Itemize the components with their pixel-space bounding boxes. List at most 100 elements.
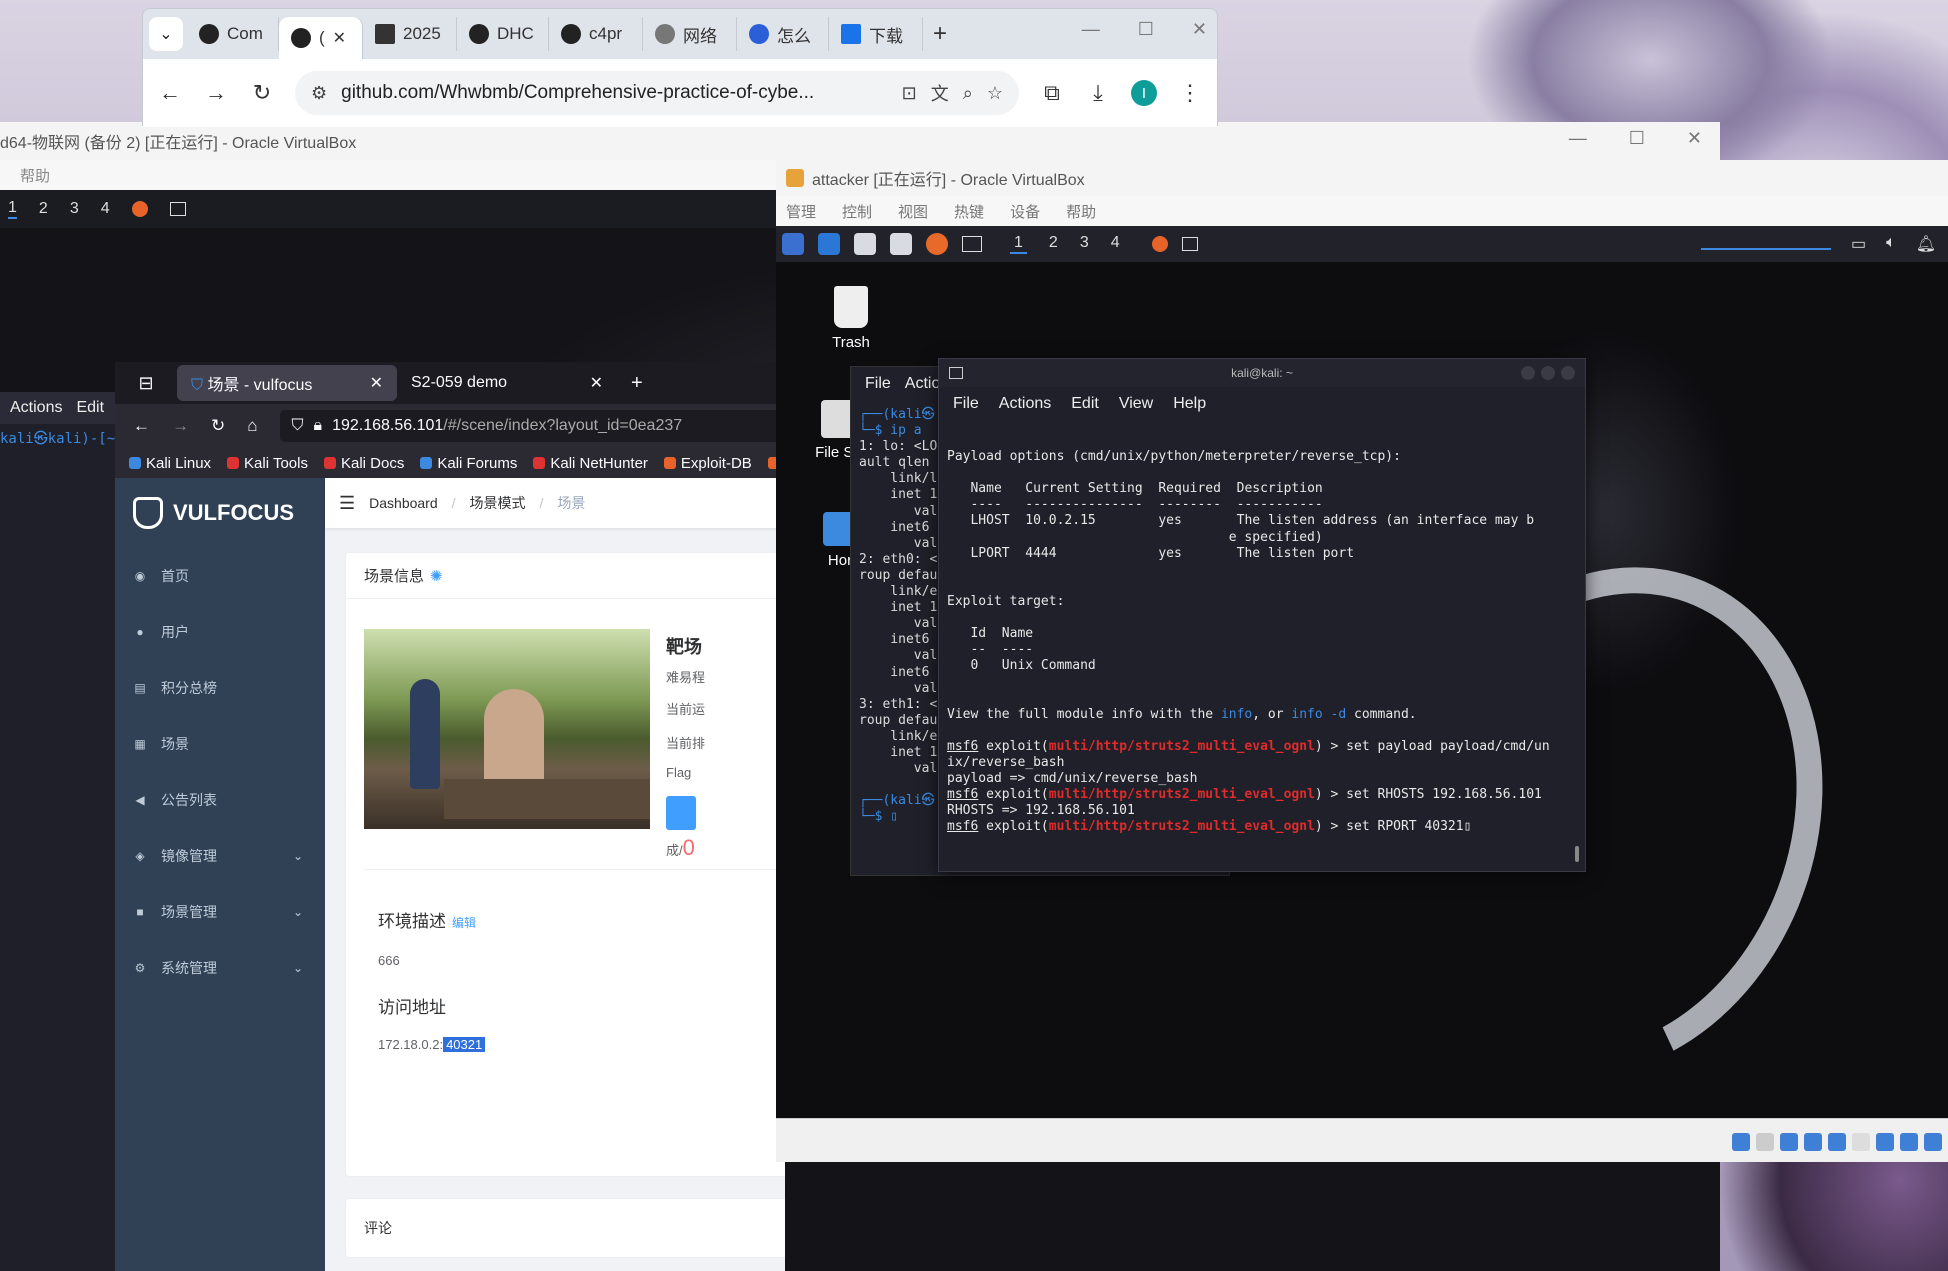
bookmark-kali-nethunter[interactable]: Kali NetHunter	[533, 455, 648, 472]
minimize-icon[interactable]	[1521, 366, 1535, 380]
desktop-icon-trash[interactable]: Trash	[816, 286, 886, 351]
extensions-icon[interactable]: ⧉	[1039, 80, 1065, 106]
maximize-icon[interactable]: ☐	[1629, 128, 1645, 149]
recording-status-icon[interactable]	[1900, 1133, 1918, 1151]
bookmark-kali-tools[interactable]: Kali Tools	[227, 455, 308, 472]
terminal-output[interactable]: Payload options (cmd/unix/python/meterpr…	[939, 421, 1585, 847]
audio-status-icon[interactable]	[1780, 1133, 1798, 1151]
close-tab-icon[interactable]: ✕	[333, 28, 346, 48]
close-icon[interactable]: ✕	[1192, 19, 1207, 40]
sidebar-item-home[interactable]: ◉ 首页	[115, 548, 325, 604]
terminal-titlebar[interactable]: kali@kali: ~	[939, 359, 1585, 387]
chrome-tab-4[interactable]: DHC	[457, 17, 549, 51]
chrome-tab-6[interactable]: 网络	[643, 17, 737, 51]
left-terminal-window[interactable]: Actions Edit kali㉿kali)-[~	[0, 392, 118, 1271]
vb2-menu-hotkeys[interactable]: 热键	[954, 201, 984, 222]
close-tab-icon[interactable]: ✕	[370, 373, 383, 393]
access-address-value[interactable]: 172.18.0.2: 40321	[378, 1037, 486, 1052]
back-icon[interactable]: ←	[133, 416, 150, 436]
show-desktop-icon[interactable]	[818, 233, 840, 255]
reload-icon[interactable]: ↻	[211, 416, 225, 436]
firefox-taskbar-icon[interactable]	[131, 201, 148, 217]
vb2-menu-control[interactable]: 控制	[842, 201, 872, 222]
terminal-scrollbar[interactable]	[1575, 846, 1579, 862]
chrome-tab-7[interactable]: 怎么	[737, 17, 829, 51]
tab-vulfocus[interactable]: ⛉ 场景 - vulfocus ✕	[177, 365, 397, 401]
new-tab-icon[interactable]: +	[631, 372, 643, 395]
workspace-2[interactable]: 2	[1049, 234, 1058, 254]
close-tab-icon[interactable]: ✕	[590, 373, 603, 393]
network-status-icon[interactable]	[1804, 1133, 1822, 1151]
sidebar-item-scene-manage[interactable]: ■ 场景管理 ⌄	[115, 884, 325, 940]
chrome-address-bar[interactable]: ⚙ github.com/Whwbmb/Comprehensive-practi…	[295, 71, 1019, 115]
tab-list-icon[interactable]: ⊟	[115, 373, 177, 394]
sidebar-item-announcements[interactable]: ◀ 公告列表	[115, 772, 325, 828]
home-icon[interactable]: ⌂	[247, 416, 257, 436]
profile-avatar[interactable]: I	[1131, 80, 1157, 106]
display-icon[interactable]: ▭	[1851, 234, 1866, 254]
bookmark-star-icon[interactable]: ☆	[987, 83, 1003, 104]
maximize-icon[interactable]	[1541, 366, 1555, 380]
site-settings-icon[interactable]: ⚙	[311, 83, 327, 104]
firefox-url-input[interactable]: ⛉ 🔒︎ 192.168.56.101/#/scene/index?layout…	[279, 410, 785, 442]
workspace-4[interactable]: 4	[101, 200, 110, 218]
vb2-menu-view[interactable]: 视图	[898, 201, 928, 222]
bookmark-kali-forums[interactable]: Kali Forums	[420, 455, 517, 472]
terminal-icon[interactable]	[962, 236, 982, 252]
optical-status-icon[interactable]	[1756, 1133, 1774, 1151]
vb2-menu-devices[interactable]: 设备	[1010, 201, 1040, 222]
close-icon[interactable]: ✕	[1687, 128, 1702, 149]
workspace-3[interactable]: 3	[70, 200, 79, 218]
maximize-icon[interactable]: ☐	[1138, 19, 1154, 40]
menu-edit[interactable]: Edit	[76, 399, 104, 417]
bookmark-kali-linux[interactable]: Kali Linux	[129, 455, 211, 472]
minimize-icon[interactable]: —	[1082, 19, 1100, 40]
breadcrumb-dashboard[interactable]: Dashboard	[369, 495, 438, 511]
workspace-2[interactable]: 2	[39, 200, 48, 218]
zoom-icon[interactable]: ⌕	[963, 83, 973, 104]
forward-icon[interactable]: →	[172, 416, 189, 436]
sidebar-item-ranking[interactable]: ▤ 积分总榜	[115, 660, 325, 716]
back-menu-file[interactable]: File	[865, 375, 891, 393]
install-app-icon[interactable]: ⊡	[902, 83, 917, 104]
current-command[interactable]: ) > set RPORT 40321▯	[1315, 819, 1472, 834]
vb2-menu-manage[interactable]: 管理	[786, 201, 816, 222]
firefox-icon[interactable]	[926, 233, 948, 255]
close-icon[interactable]	[1561, 366, 1575, 380]
chrome-tab-1[interactable]: Com	[187, 17, 279, 51]
kali-menu-icon[interactable]	[782, 233, 804, 255]
reload-icon[interactable]: ↻	[249, 80, 275, 106]
workspace-1[interactable]: 1	[8, 199, 17, 219]
breadcrumb-scene-mode[interactable]: 场景模式	[470, 493, 526, 513]
menu-actions[interactable]: Actions	[999, 395, 1051, 413]
menu-actions[interactable]: Actions	[10, 399, 62, 417]
hamburger-icon[interactable]: ☰	[339, 493, 355, 514]
text-editor-icon[interactable]	[890, 233, 912, 255]
hdd-status-icon[interactable]	[1732, 1133, 1750, 1151]
bookmark-kali-docs[interactable]: Kali Docs	[323, 455, 404, 472]
workspace-3[interactable]: 3	[1080, 234, 1089, 254]
vb1-titlebar[interactable]: d64-物联网 (备份 2) [正在运行] - Oracle VirtualBo…	[0, 122, 1720, 160]
sidebar-item-scene[interactable]: ▦ 场景	[115, 716, 325, 772]
chrome-window[interactable]: ⌄ Com (✕ 2025 DHC c4pr 网络 怎么 下载 + — ☐ ✕ …	[142, 8, 1218, 127]
terminal-taskbar-icon[interactable]	[169, 202, 186, 216]
chrome-tab-5[interactable]: c4pr	[549, 17, 643, 51]
sidebar-item-user[interactable]: ● 用户	[115, 604, 325, 660]
vb2-menu-help[interactable]: 帮助	[1066, 201, 1096, 222]
terminal-taskbar-icon[interactable]	[1181, 237, 1198, 251]
host-key-icon[interactable]	[1924, 1133, 1942, 1151]
menu-view[interactable]: View	[1119, 395, 1153, 413]
file-manager-icon[interactable]	[854, 233, 876, 255]
workspace-1[interactable]: 1	[1010, 234, 1027, 254]
display-status-icon[interactable]	[1876, 1133, 1894, 1151]
edit-link[interactable]: 编辑	[452, 916, 476, 930]
firefox-taskbar-icon[interactable]	[1151, 236, 1168, 252]
msf-terminal-window[interactable]: kali@kali: ~ File Actions Edit View Help…	[938, 358, 1586, 872]
vulfocus-logo[interactable]: VULFOCUS	[115, 478, 325, 548]
menu-help[interactable]: Help	[1173, 395, 1206, 413]
notification-bell-icon[interactable]: 🔔︎	[1916, 234, 1936, 254]
sidebar-item-image-manage[interactable]: ◈ 镜像管理 ⌄	[115, 828, 325, 884]
forward-icon[interactable]: →	[203, 80, 229, 106]
more-menu-icon[interactable]: ⋮	[1177, 80, 1203, 106]
sidebar-item-system[interactable]: ⚙ 系统管理 ⌄	[115, 940, 325, 996]
